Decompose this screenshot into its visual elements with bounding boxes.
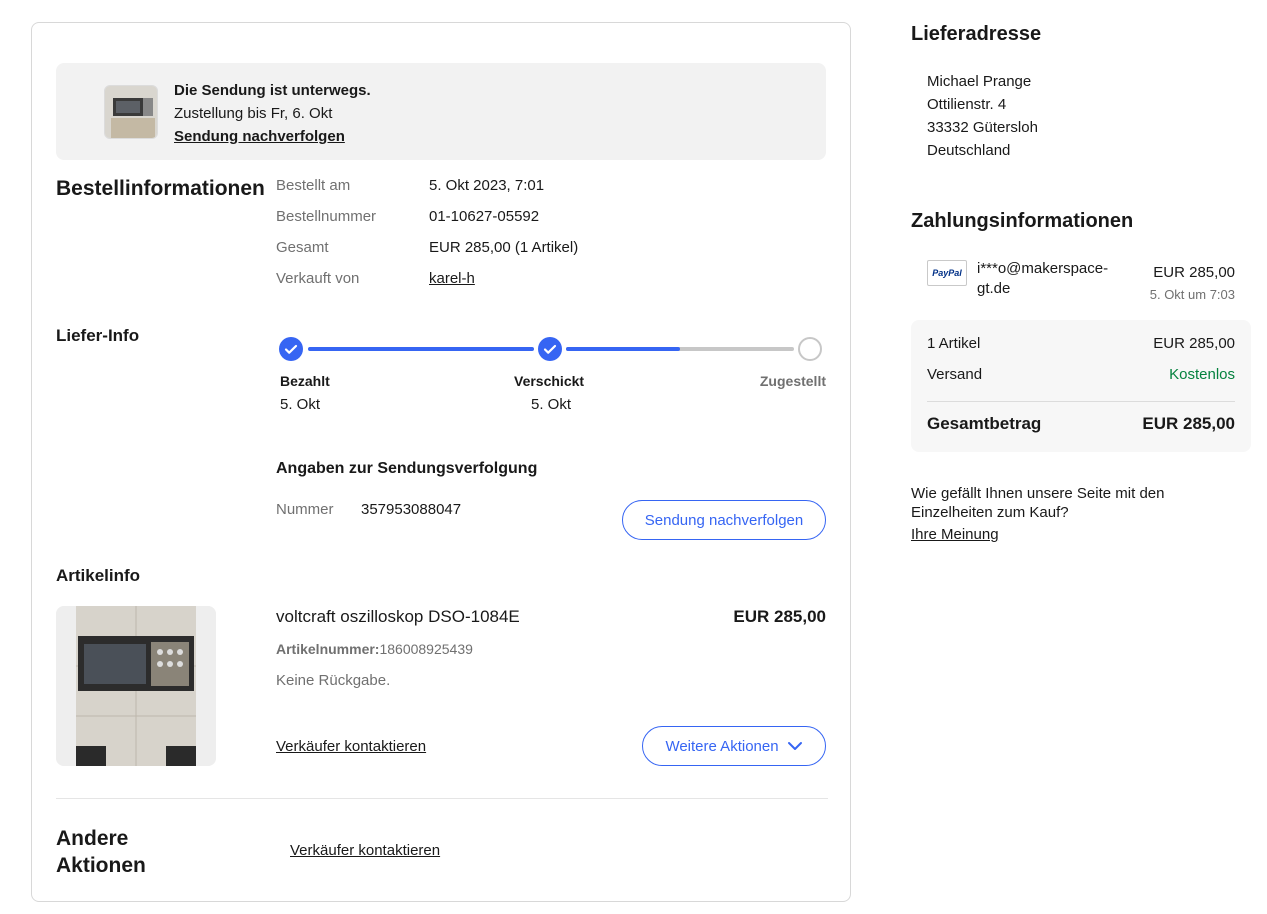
shipment-status-title: Die Sendung ist unterwegs. [174,82,371,99]
other-actions-heading-line2: Aktionen [56,854,146,877]
step-delivered-label: Zugestellt [759,373,826,389]
step-paid-label: Bezahlt [280,373,330,389]
summary-items-value: EUR 285,00 [1153,335,1235,352]
item-number-value: 186008925439 [379,641,473,657]
chevron-down-icon [787,738,803,754]
seller-link[interactable]: karel-h [429,270,475,287]
step-paid-check-icon [279,337,303,361]
section-divider [56,798,828,799]
summary-total-label: Gesamtbetrag [927,414,1042,433]
shipping-address-heading: Lieferadresse [911,23,1042,45]
more-actions-label: Weitere Aktionen [665,737,779,755]
order-details-card: Die Sendung ist unterwegs. Zustellung bi… [31,22,851,902]
paypal-logo-icon: PayPal [927,260,967,286]
order-total-label: Gesamt [276,239,329,256]
step-shipped-label: Verschickt [514,373,585,389]
order-date-value: 5. Okt 2023, 7:01 [429,177,545,194]
item-info-heading: Artikelinfo [56,566,141,585]
payment-amount: EUR 285,00 [1153,264,1235,281]
other-actions-heading-line1: Andere [56,827,129,850]
feedback-question-line2: Einzelheiten zum Kauf? [911,504,1069,521]
feedback-question: Wie gefällt Ihnen unsere Seite mit den E… [911,484,1164,522]
summary-shipping-label: Versand [927,366,983,383]
progress-bar-segment-2-fill [566,347,680,351]
step-shipped-date: 5. Okt [531,396,572,413]
summary-total-row: Gesamtbetrag EUR 285,00 [927,414,1235,434]
order-info-heading: Bestellinformationen [56,177,265,200]
track-shipment-button[interactable]: Sendung nachverfolgen [622,500,826,540]
feedback-question-line1: Wie gefällt Ihnen unsere Seite mit den [911,485,1165,502]
payment-email-line2: gt.de [977,280,1011,297]
payment-account: i***o@makerspace- gt.de [977,259,1108,299]
tracking-number-value: 357953088047 [361,501,462,518]
order-total-value: EUR 285,00 (1 Artikel) [429,239,579,256]
delivery-info-heading: Liefer-Info [56,326,140,345]
step-shipped-check-icon [538,337,562,361]
progress-bar-segment-1 [308,347,534,351]
other-actions-heading: Andere Aktionen [56,825,146,879]
summary-items-row: 1 Artikel EUR 285,00 [927,335,1235,352]
item-title[interactable]: voltcraft oszilloskop DSO-1084E [276,607,520,627]
order-number-label: Bestellnummer [276,208,377,225]
shipment-status-banner: Die Sendung ist unterwegs. Zustellung bi… [56,63,826,160]
contact-seller-link[interactable]: Verkäufer kontaktieren [276,738,426,755]
payment-date: 5. Okt um 7:03 [1149,287,1235,302]
item-number-label: Artikelnummer: [276,641,380,657]
summary-items-label: 1 Artikel [927,335,981,352]
seller-label: Verkauft von [276,270,360,287]
address-name: Michael Prange [927,73,1032,90]
tracking-heading: Angaben zur Sendungsverfolgung [276,460,538,477]
delivery-progress-tracker: Bezahlt 5. Okt Verschickt 5. Okt Zugeste… [276,337,826,427]
feedback-link[interactable]: Ihre Meinung [911,526,999,543]
order-date-label: Bestellt am [276,177,351,194]
order-number-value: 01-10627-05592 [429,208,540,225]
summary-shipping-value: Kostenlos [1169,366,1235,383]
summary-divider [927,401,1235,402]
item-price: EUR 285,00 [733,607,826,626]
payment-email-line1: i***o@makerspace- [977,260,1109,277]
order-summary-box: 1 Artikel EUR 285,00 Versand Kostenlos G… [911,320,1251,452]
summary-shipping-row: Versand Kostenlos [927,366,1235,383]
order-sidebar: Lieferadresse Michael Prange Ottilienstr… [911,0,1251,914]
item-image[interactable] [56,606,216,766]
step-paid-date: 5. Okt [280,396,321,413]
item-number-line: Artikelnummer:186008925439 [276,641,473,657]
payment-info-heading: Zahlungsinformationen [911,210,1134,232]
summary-total-value: EUR 285,00 [1142,414,1235,433]
address-city: 33332 Gütersloh [927,119,1038,136]
other-contact-seller-link[interactable]: Verkäufer kontaktieren [290,842,440,859]
more-actions-button[interactable]: Weitere Aktionen [642,726,826,766]
address-street: Ottilienstr. 4 [927,96,1007,113]
track-shipment-link[interactable]: Sendung nachverfolgen [174,125,371,148]
address-country: Deutschland [927,142,1011,159]
step-delivered-circle-icon [798,337,822,361]
item-thumbnail [104,85,158,139]
tracking-number-label: Nummer [276,501,334,518]
return-policy: Keine Rückgabe. [276,672,391,689]
delivery-estimate: Zustellung bis Fr, 6. Okt [174,105,333,122]
